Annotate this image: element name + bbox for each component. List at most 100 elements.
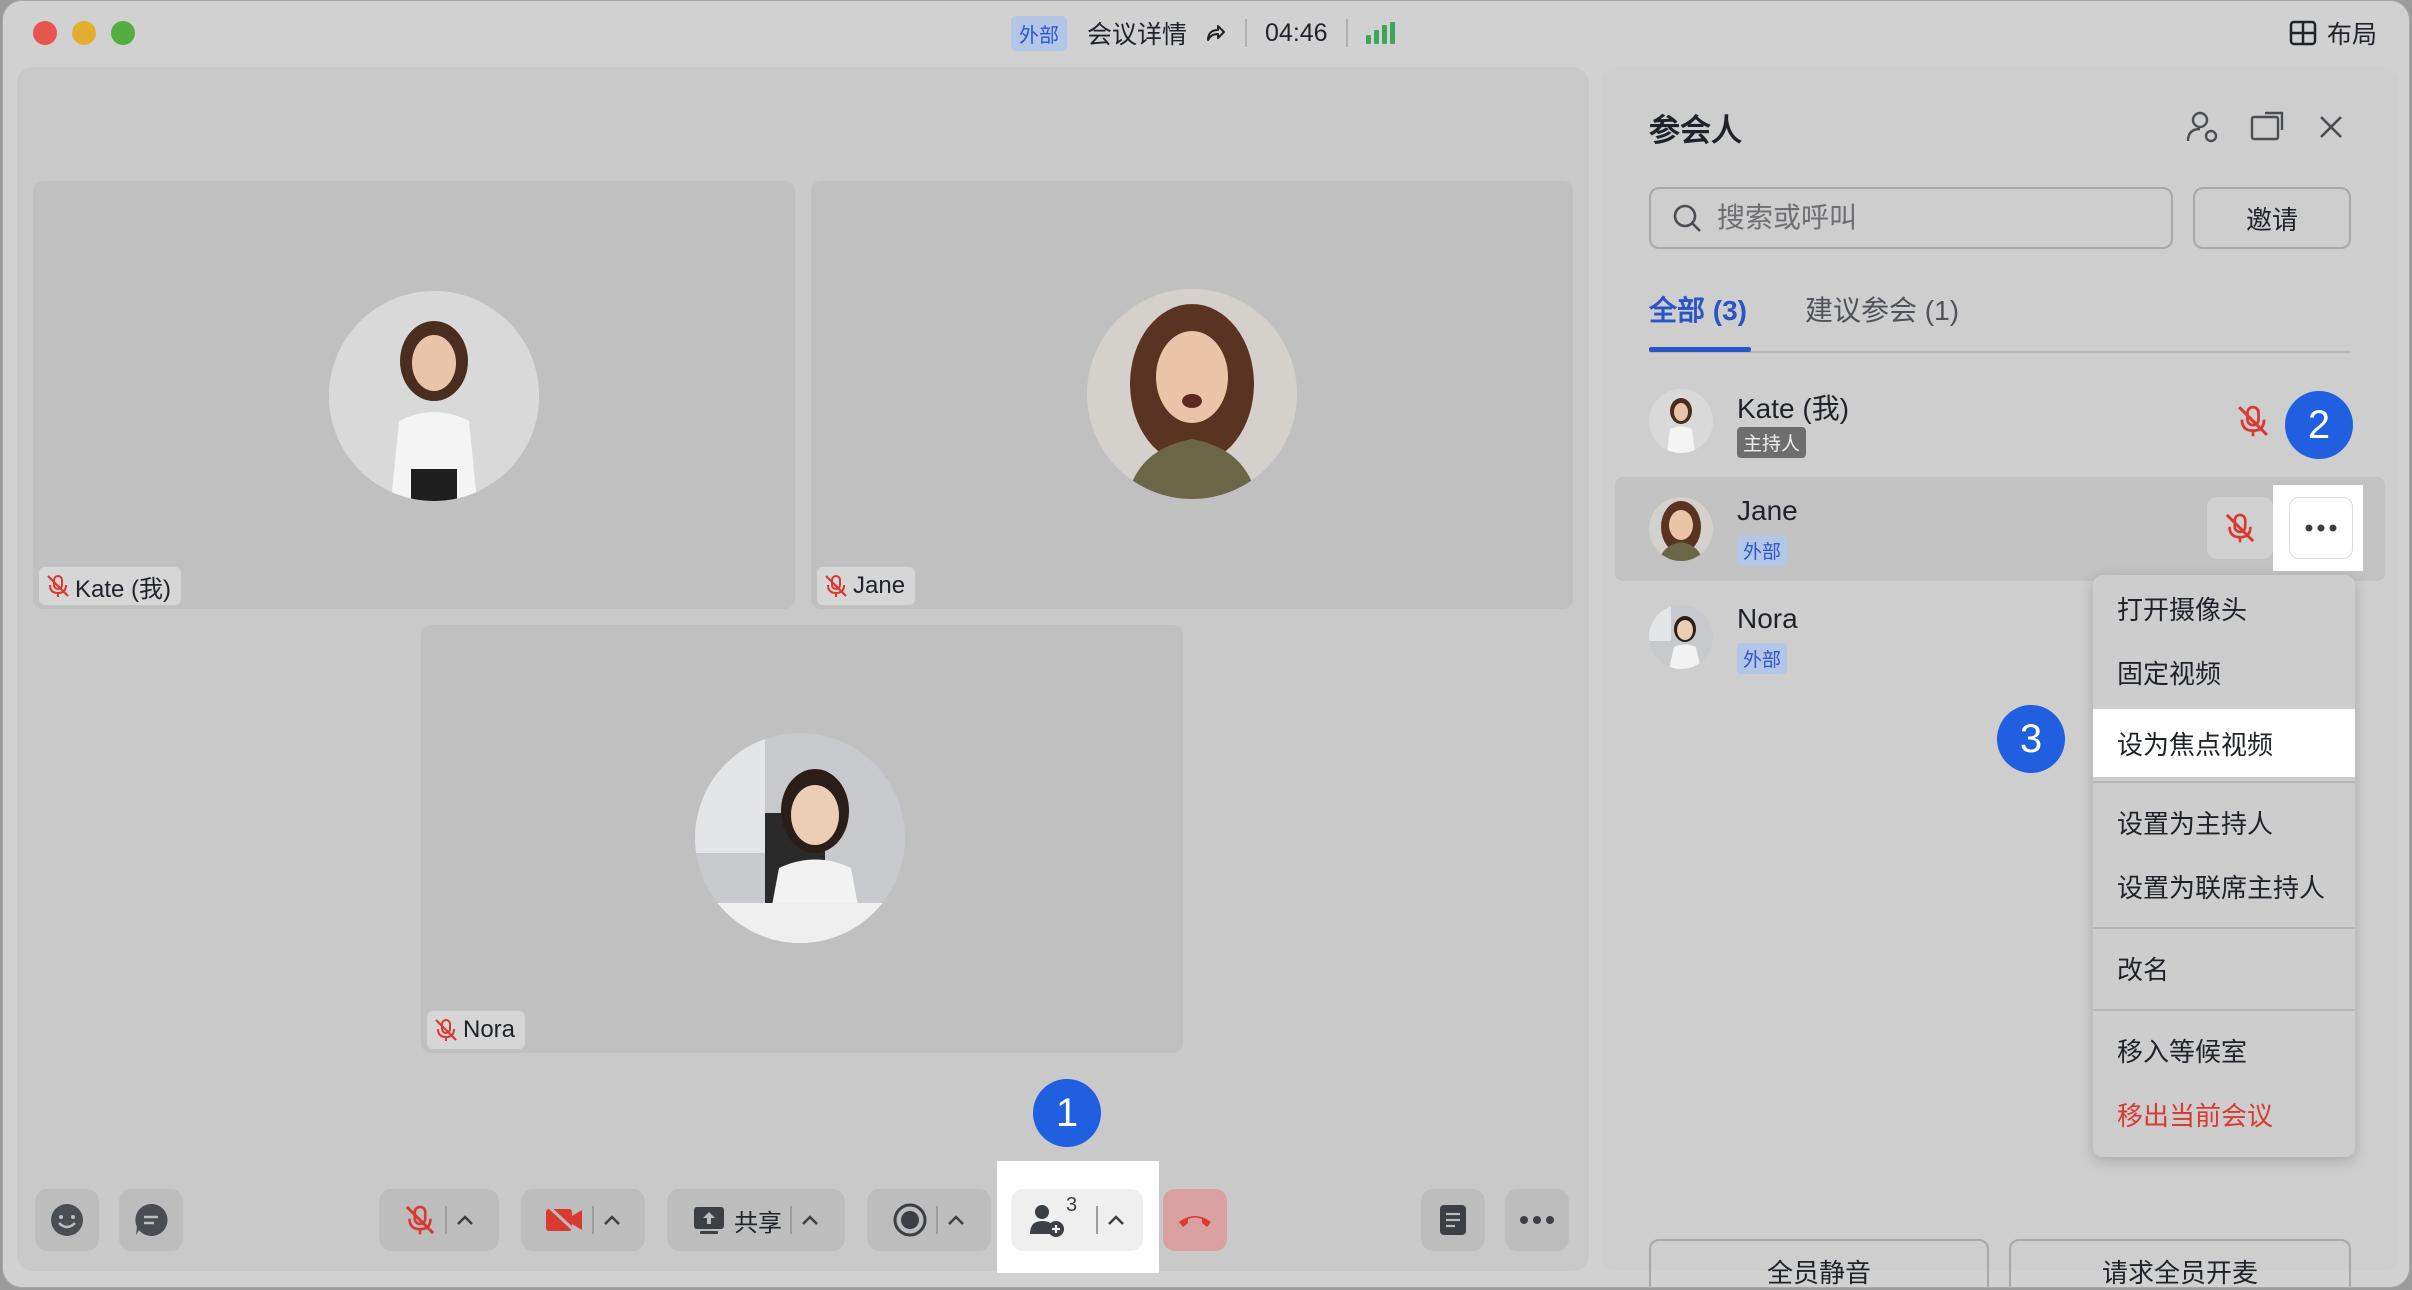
toolbar-divider xyxy=(1096,1206,1098,1234)
maximize-window-button[interactable] xyxy=(111,21,135,45)
person-avatar-icon xyxy=(329,291,539,501)
name-tag: Nora xyxy=(427,1011,526,1049)
chevron-up-icon[interactable] xyxy=(946,1213,966,1227)
leave-meeting-button[interactable] xyxy=(1163,1189,1227,1251)
menu-item-make-cohost[interactable]: 设置为联席主持人 xyxy=(2093,853,2355,919)
mute-all-button[interactable]: 全员静音 xyxy=(1649,1239,1989,1287)
participant-row-jane[interactable]: Jane 外部 xyxy=(1615,477,2385,581)
avatar xyxy=(695,733,905,943)
notes-button[interactable] xyxy=(1421,1189,1485,1251)
menu-divider xyxy=(2093,1009,2355,1011)
avatar xyxy=(1649,497,1713,561)
share-button[interactable]: 共享 xyxy=(667,1189,845,1251)
tab-all[interactable]: 全部 (3) xyxy=(1649,289,1747,329)
mic-off-icon xyxy=(2225,513,2255,543)
menu-divider xyxy=(2093,781,2355,783)
external-tag: 外部 xyxy=(1011,15,1067,51)
mic-off-icon xyxy=(435,1019,457,1041)
meeting-title-area: 外部 会议详情 04:46 xyxy=(1011,15,1395,51)
record-icon xyxy=(893,1203,927,1237)
participant-name: Jane xyxy=(853,572,906,599)
video-tile-kate[interactable]: Kate (我) xyxy=(33,181,795,609)
tab-suggested[interactable]: 建议参会 (1) xyxy=(1805,289,1959,329)
name-tag: Jane xyxy=(817,567,916,605)
request-unmute-all-button[interactable]: 请求全员开麦 xyxy=(2009,1239,2351,1287)
chevron-up-icon[interactable] xyxy=(1106,1213,1126,1227)
participants-button[interactable]: 3 xyxy=(1011,1189,1143,1251)
chat-button[interactable] xyxy=(119,1189,183,1251)
search-input[interactable] xyxy=(1717,202,2117,234)
participants-icon-wrap: 3 xyxy=(1028,1194,1077,1238)
video-tile-jane[interactable]: Jane xyxy=(811,181,1573,609)
meeting-details-link[interactable]: 会议详情 xyxy=(1087,15,1187,51)
person-avatar-icon xyxy=(1649,389,1713,453)
emoji-icon xyxy=(51,1204,83,1236)
grid-layout-icon xyxy=(2289,20,2317,46)
record-button[interactable] xyxy=(867,1189,991,1251)
video-tile-nora[interactable]: Nora xyxy=(421,625,1183,1053)
name-tag: Kate (我) xyxy=(39,567,182,605)
title-separator xyxy=(1245,19,1248,47)
step-badge-1: 1 xyxy=(1033,1079,1101,1147)
participant-name: Nora xyxy=(463,1016,516,1043)
mic-off-icon xyxy=(47,575,69,597)
participant-name: Jane xyxy=(1737,495,1798,526)
host-badge: 主持人 xyxy=(1737,427,1807,458)
document-icon xyxy=(1440,1205,1466,1235)
menu-divider xyxy=(2093,927,2355,929)
share-arrow-icon[interactable] xyxy=(1203,21,1227,45)
chevron-up-icon[interactable] xyxy=(455,1213,475,1227)
participant-row-kate[interactable]: Kate (我) 主持人 xyxy=(1615,369,2385,473)
external-badge: 外部 xyxy=(1737,535,1788,566)
more-options-button[interactable] xyxy=(1505,1189,1569,1251)
share-label: 共享 xyxy=(734,1209,782,1237)
close-window-button[interactable] xyxy=(33,21,57,45)
add-participant-icon xyxy=(1030,1205,1064,1237)
close-icon[interactable] xyxy=(2313,109,2349,145)
menu-item-remove-from-meeting[interactable]: 移出当前会议 xyxy=(2093,1081,2355,1147)
tab-divider xyxy=(1649,351,2351,353)
toolbar-divider xyxy=(445,1206,447,1234)
layout-button[interactable]: 布局 xyxy=(2289,15,2377,51)
more-icon xyxy=(1520,1216,1554,1224)
person-avatar-icon xyxy=(1087,289,1297,499)
title-bar: 外部 会议详情 04:46 布局 xyxy=(3,1,2409,65)
participant-name: Nora xyxy=(1737,603,1798,634)
person-avatar-icon xyxy=(1649,605,1713,669)
mute-participant-button[interactable] xyxy=(2207,497,2273,559)
participant-name: Kate (我) xyxy=(1737,393,1850,424)
avatar xyxy=(1649,605,1713,669)
menu-item-set-focus-video[interactable]: 设为焦点视频 xyxy=(2093,709,2355,777)
menu-item-move-to-waiting-room[interactable]: 移入等候室 xyxy=(2093,1017,2355,1083)
person-avatar-icon xyxy=(695,733,905,943)
participant-more-button[interactable] xyxy=(2289,497,2353,559)
step-badge-3: 3 xyxy=(1997,705,2065,773)
chevron-up-icon[interactable] xyxy=(800,1213,820,1227)
camera-off-icon xyxy=(546,1204,582,1236)
menu-item-make-host[interactable]: 设置为主持人 xyxy=(2093,789,2355,855)
popout-window-icon[interactable] xyxy=(2249,109,2285,145)
menu-item-rename[interactable]: 改名 xyxy=(2093,935,2355,1001)
avatar xyxy=(1087,289,1297,499)
tab-active-indicator xyxy=(1649,347,1751,352)
participant-tabs: 全部 (3) 建议参会 (1) xyxy=(1649,289,1959,329)
camera-button[interactable] xyxy=(521,1189,645,1251)
meeting-window: 外部 会议详情 04:46 布局 Kate (我) Jane Nora 共享 3… xyxy=(2,0,2410,1288)
menu-item-turn-on-camera[interactable]: 打开摄像头 xyxy=(2093,575,2355,641)
external-badge: 外部 xyxy=(1737,643,1788,674)
minimize-window-button[interactable] xyxy=(72,21,96,45)
participant-name: Kate (我) xyxy=(75,575,172,603)
person-avatar-icon xyxy=(1649,497,1713,561)
mic-off-icon[interactable] xyxy=(2235,403,2271,439)
signal-strength-icon[interactable] xyxy=(1365,22,1395,44)
mic-button[interactable] xyxy=(379,1189,499,1251)
reaction-button[interactable] xyxy=(35,1189,99,1251)
title-separator xyxy=(1345,19,1348,47)
invite-button[interactable]: 邀请 xyxy=(2193,187,2351,249)
search-field[interactable] xyxy=(1649,187,2173,249)
menu-item-pin-video[interactable]: 固定视频 xyxy=(2093,639,2355,705)
chevron-up-icon[interactable] xyxy=(602,1213,622,1227)
participant-settings-icon[interactable] xyxy=(2185,109,2221,145)
chat-icon xyxy=(135,1203,168,1236)
participant-context-menu: 打开摄像头 固定视频 设为焦点视频 设置为主持人 设置为联席主持人 改名 移入等… xyxy=(2093,575,2355,1157)
